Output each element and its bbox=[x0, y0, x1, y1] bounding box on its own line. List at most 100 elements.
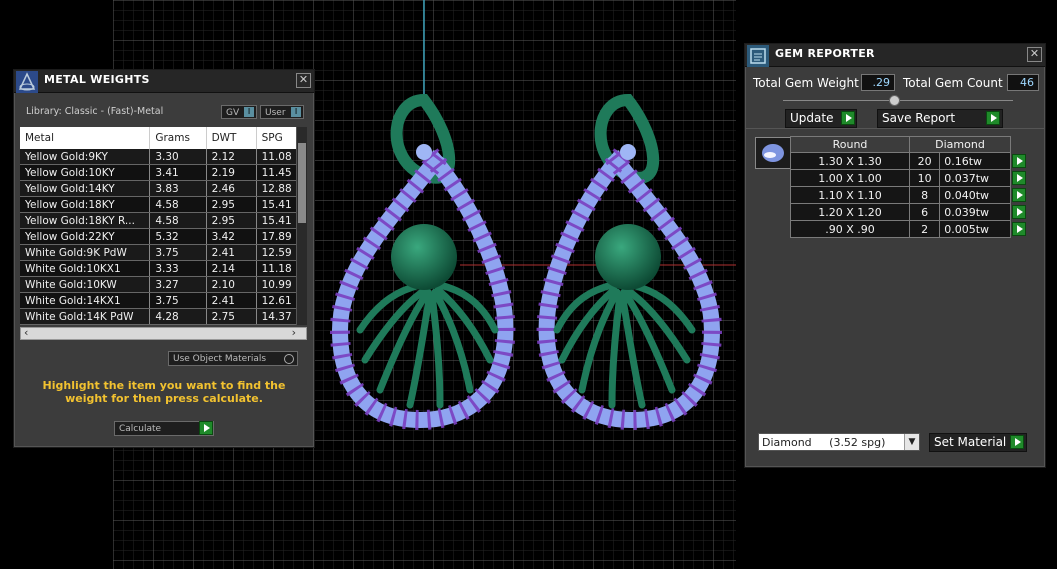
gem-thumbnail-icon bbox=[762, 144, 784, 162]
metal-cell: 3.30 bbox=[149, 149, 207, 165]
user-toggle[interactable]: User I bbox=[260, 105, 304, 119]
metal-cell: 2.95 bbox=[206, 212, 257, 229]
vertical-scrollbar[interactable] bbox=[296, 127, 307, 325]
dropdown-icon[interactable]: ▼ bbox=[904, 434, 919, 450]
gem-cell: 0.005tw bbox=[939, 220, 1011, 238]
metal-cell: 3.83 bbox=[149, 180, 207, 197]
metal-cell: 2.12 bbox=[206, 149, 257, 165]
metal-weights-panel: METAL WEIGHTS ✕ Library: Classic - (Fast… bbox=[13, 69, 315, 448]
gem-cell: 0.040tw bbox=[939, 186, 1011, 204]
metal-cell: 5.32 bbox=[149, 228, 207, 245]
metal-row[interactable]: Yellow Gold:22KY 5.32 3.42 17.89 bbox=[20, 228, 307, 245]
metal-row[interactable]: White Gold:9K PdW 3.75 2.41 12.59 bbox=[20, 244, 307, 261]
gem-cell: 1.20 X 1.20 bbox=[790, 203, 910, 221]
play-icon[interactable] bbox=[1012, 170, 1026, 185]
metal-cell: 2.75 bbox=[206, 308, 257, 325]
gem-cell: 1.30 X 1.30 bbox=[790, 152, 910, 170]
metal-cell: Yellow Gold:18KY R... bbox=[20, 212, 151, 229]
metal-row[interactable]: White Gold:10KW 3.27 2.10 10.99 bbox=[20, 276, 307, 293]
metal-cell: 3.75 bbox=[149, 244, 207, 261]
gem-header-material: Diamond bbox=[909, 136, 1011, 153]
metal-cell: 3.33 bbox=[149, 260, 207, 277]
metal-cell: 3.42 bbox=[206, 228, 257, 245]
gem-reporter-panel: GEM REPORTER ✕ Total Gem Weight .29 Tota… bbox=[744, 43, 1046, 468]
metal-cell: 2.14 bbox=[206, 260, 257, 277]
horizontal-scrollbar[interactable]: ‹ › bbox=[20, 326, 307, 340]
total-gem-count-label: Total Gem Count bbox=[903, 76, 1003, 90]
metal-cell: White Gold:14K PdW bbox=[20, 308, 151, 325]
metal-cell: 2.41 bbox=[206, 292, 257, 309]
gem-row[interactable]: 1.30 X 1.30 20 0.16tw bbox=[790, 152, 1030, 170]
play-icon[interactable] bbox=[986, 111, 1000, 125]
gv-toggle[interactable]: GV I bbox=[221, 105, 257, 119]
metal-row[interactable]: Yellow Gold:10KY 3.41 2.19 11.45 bbox=[20, 164, 307, 181]
gem-cell: 10 bbox=[908, 169, 941, 187]
column-header-metal[interactable]: Metal bbox=[20, 127, 151, 149]
total-gem-weight-field: .29 bbox=[861, 74, 895, 91]
gem-row[interactable]: .90 X .90 2 0.005tw bbox=[790, 220, 1030, 238]
gem-cell: 1.10 X 1.10 bbox=[790, 186, 910, 204]
metal-cell: 3.75 bbox=[149, 292, 207, 309]
gem-cell: 0.037tw bbox=[939, 169, 1011, 187]
metal-cell: Yellow Gold:14KY bbox=[20, 180, 151, 197]
gem-cell: 1.00 X 1.00 bbox=[790, 169, 910, 187]
gem-cell: 20 bbox=[908, 152, 941, 170]
gem-reporter-titlebar[interactable]: GEM REPORTER ✕ bbox=[745, 44, 1045, 67]
metal-row[interactable]: Yellow Gold:18KY 4.58 2.95 15.41 bbox=[20, 196, 307, 213]
column-header-grams[interactable]: Grams bbox=[149, 127, 207, 149]
play-icon[interactable] bbox=[1010, 435, 1024, 449]
metal-table-container[interactable]: Metal Grams DWT SPG Yellow Gold:9KY 3.30 2… bbox=[20, 127, 307, 325]
use-object-materials-toggle[interactable]: Use Object Materials bbox=[168, 351, 298, 366]
metal-cell: 2.41 bbox=[206, 244, 257, 261]
close-icon[interactable]: ✕ bbox=[1027, 47, 1042, 62]
play-icon[interactable] bbox=[841, 111, 855, 125]
play-icon[interactable] bbox=[1012, 153, 1026, 168]
scroll-right-icon[interactable]: › bbox=[292, 326, 296, 339]
metal-cell: 2.95 bbox=[206, 196, 257, 213]
column-header-dwt[interactable]: DWT bbox=[206, 127, 257, 149]
metal-cell: White Gold:9K PdW bbox=[20, 244, 151, 261]
total-gem-count-field: 46 bbox=[1007, 74, 1039, 91]
play-icon[interactable] bbox=[199, 421, 213, 435]
library-label: Library: Classic - (Fast)-Metal bbox=[26, 106, 164, 117]
metal-cell: 4.28 bbox=[149, 308, 207, 325]
toggle-off-icon bbox=[284, 354, 294, 364]
play-icon[interactable] bbox=[1012, 187, 1026, 202]
gem-cell: 6 bbox=[908, 203, 941, 221]
slider-knob-icon[interactable] bbox=[889, 95, 900, 106]
gem-row[interactable]: 1.20 X 1.20 6 0.039tw bbox=[790, 203, 1030, 221]
save-report-button[interactable]: Save Report bbox=[877, 109, 1003, 128]
gem-reporter-app-icon bbox=[747, 45, 769, 67]
metal-weights-title: METAL WEIGHTS bbox=[44, 73, 150, 86]
scroll-left-icon[interactable]: ‹ bbox=[24, 326, 28, 339]
metal-weights-titlebar[interactable]: METAL WEIGHTS ✕ bbox=[14, 70, 314, 93]
gem-row[interactable]: 1.00 X 1.00 10 0.037tw bbox=[790, 169, 1030, 187]
metal-cell: Yellow Gold:9KY bbox=[20, 149, 151, 165]
metal-table: Metal Grams DWT SPG Yellow Gold:9KY 3.30 2… bbox=[20, 127, 307, 325]
metal-row[interactable]: Yellow Gold:9KY 3.30 2.12 11.08 bbox=[20, 149, 307, 165]
metal-cell: Yellow Gold:22KY bbox=[20, 228, 151, 245]
scroll-thumb[interactable] bbox=[298, 143, 306, 223]
metal-cell: 4.58 bbox=[149, 212, 207, 229]
metal-cell: 2.46 bbox=[206, 180, 257, 197]
close-icon[interactable]: ✕ bbox=[296, 73, 311, 88]
metal-cell: 3.27 bbox=[149, 276, 207, 293]
gem-thumbnail[interactable] bbox=[755, 137, 791, 169]
metal-row[interactable]: Yellow Gold:14KY 3.83 2.46 12.88 bbox=[20, 180, 307, 197]
metal-row[interactable]: White Gold:14K PdW 4.28 2.75 14.37 bbox=[20, 308, 307, 325]
metal-row[interactable]: White Gold:14KX1 3.75 2.41 12.61 bbox=[20, 292, 307, 309]
gem-cell: 0.039tw bbox=[939, 203, 1011, 221]
material-select[interactable]: Diamond (3.52 spg) ▼ bbox=[758, 433, 920, 451]
gem-row[interactable]: 1.10 X 1.10 8 0.040tw bbox=[790, 186, 1030, 204]
gem-cell: .90 X .90 bbox=[790, 220, 910, 238]
metal-row[interactable]: White Gold:10KX1 3.33 2.14 11.18 bbox=[20, 260, 307, 277]
total-gem-weight-label: Total Gem Weight bbox=[753, 76, 859, 90]
toggle-icon: I bbox=[291, 107, 301, 117]
play-icon[interactable] bbox=[1012, 221, 1026, 236]
metal-cell: Yellow Gold:18KY bbox=[20, 196, 151, 213]
gem-table: Round Diamond 1.30 X 1.30 20 0.16tw 1.00 X … bbox=[790, 136, 1030, 238]
metal-cell: White Gold:14KX1 bbox=[20, 292, 151, 309]
metal-cell: 2.19 bbox=[206, 164, 257, 181]
metal-row[interactable]: Yellow Gold:18KY R... 4.58 2.95 15.41 bbox=[20, 212, 307, 229]
play-icon[interactable] bbox=[1012, 204, 1026, 219]
